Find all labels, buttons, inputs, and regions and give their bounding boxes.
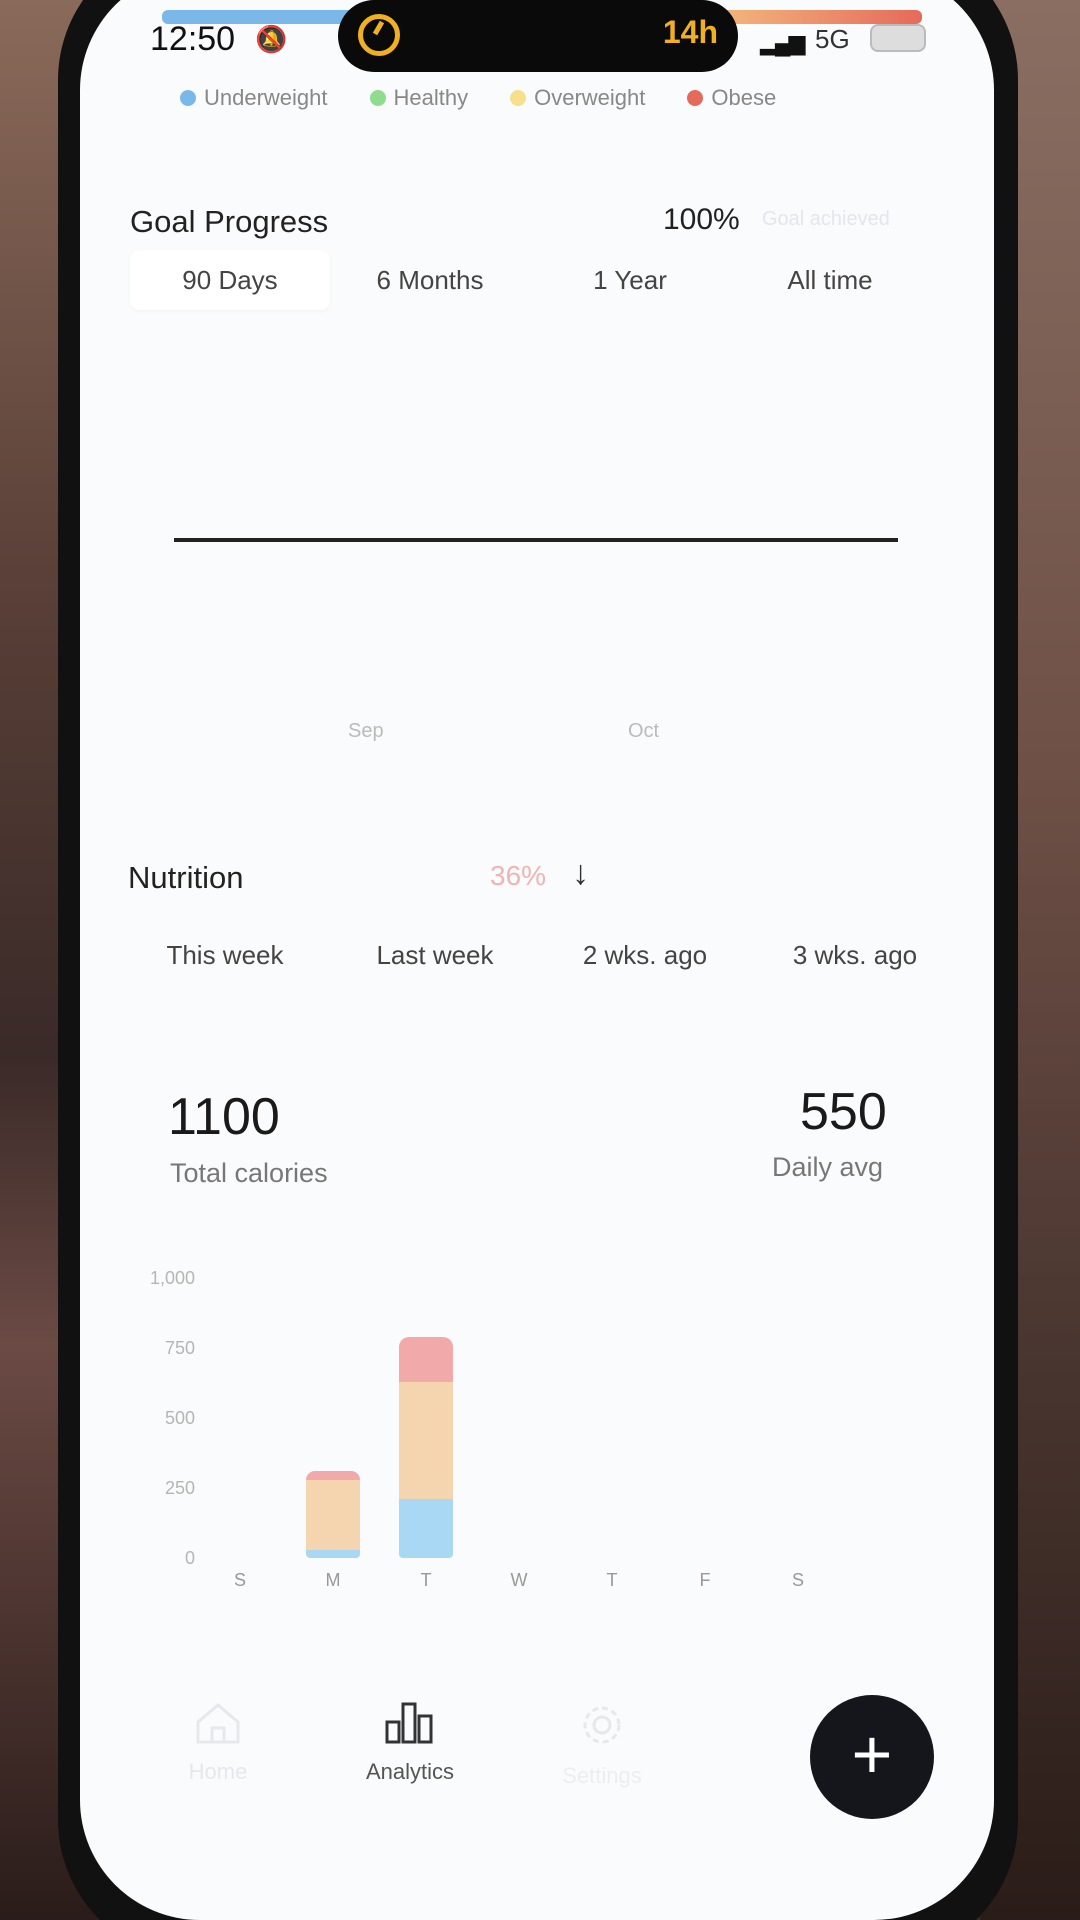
tab-all-time[interactable]: All time — [730, 250, 930, 310]
legend-dot-obese — [687, 90, 704, 106]
dynamic-island[interactable]: 14h — [338, 0, 738, 72]
bar-segment[interactable] — [306, 1479, 360, 1550]
goal-progress-percent: 100% — [663, 203, 740, 236]
legend-label: Healthy — [393, 85, 469, 110]
x-tick-label: F — [699, 1570, 711, 1590]
total-calories-label: Total calories — [170, 1158, 328, 1188]
nav-home[interactable]: Home — [138, 1700, 298, 1785]
nav-label: Settings — [562, 1763, 642, 1788]
silent-bell-icon: 🔕 — [255, 24, 288, 54]
bar-segment[interactable] — [306, 1549, 360, 1558]
y-tick-label: 500 — [164, 1408, 195, 1428]
total-calories-value: 1100 — [168, 1088, 280, 1146]
bar-segment[interactable] — [306, 1471, 360, 1480]
goal-progress-title: Goal Progress — [130, 204, 329, 239]
legend-label: Obese — [711, 85, 777, 110]
month-label: Sep — [348, 720, 384, 742]
x-tick-label: W — [510, 1570, 528, 1590]
goal-line — [174, 538, 898, 542]
bar-segment[interactable] — [399, 1336, 453, 1382]
calories-bar-chart: 1,000 750 500 250 0 S M T W T F S — [140, 1260, 940, 1600]
home-icon — [196, 1703, 240, 1744]
tab-6-months[interactable]: 6 Months — [330, 250, 530, 310]
x-tick-label: M — [325, 1570, 341, 1590]
bar-segment[interactable] — [399, 1381, 453, 1500]
legend-item: Healthy — [369, 78, 469, 118]
nutrition-week-tabs: This week Last week 2 wks. ago 3 wks. ag… — [120, 940, 960, 990]
nav-label: Analytics — [365, 1759, 455, 1784]
app-screen: 12:50 🔕 14h ▂▄▆ 5G Underweight Healthy O… — [80, 0, 994, 1920]
tab-2-weeks-ago[interactable]: 2 wks. ago — [540, 940, 750, 990]
y-tick-label: 0 — [184, 1548, 195, 1568]
gear-icon — [583, 1706, 621, 1744]
y-tick-label: 250 — [164, 1478, 195, 1498]
legend-item: Underweight — [180, 78, 328, 118]
bar-chart-icon — [385, 1702, 433, 1744]
tab-3-weeks-ago[interactable]: 3 wks. ago — [750, 940, 960, 990]
y-tick-label: 1,000 — [149, 1268, 195, 1288]
arrow-down-icon: ↓ — [572, 854, 589, 892]
nutrition-title: Nutrition — [128, 860, 244, 895]
battery-icon — [870, 24, 926, 52]
x-tick-label: S — [791, 1570, 804, 1590]
nutrition-change: 36% — [490, 860, 547, 891]
daily-avg-value: 550 — [800, 1083, 887, 1141]
legend-item: Overweight — [510, 78, 645, 118]
add-entry-button[interactable]: + — [810, 1695, 934, 1819]
nav-settings[interactable]: Settings — [522, 1700, 682, 1789]
legend-dot-healthy — [369, 90, 386, 106]
daily-avg-label: Daily avg — [772, 1152, 884, 1182]
tab-90-days[interactable]: 90 Days — [130, 250, 330, 310]
signal-icon: ▂▄▆ — [760, 30, 805, 55]
nav-analytics[interactable]: Analytics — [330, 1700, 490, 1785]
legend-item: Obese — [687, 78, 776, 118]
tab-1-year[interactable]: 1 Year — [530, 250, 730, 310]
status-bar: 12:50 🔕 14h ▂▄▆ 5G — [80, 0, 994, 90]
legend-dot-underweight — [180, 90, 196, 106]
status-time: 12:50 — [150, 20, 236, 58]
month-label: Oct — [628, 720, 660, 742]
legend-label: Underweight — [204, 85, 328, 110]
goal-progress-status: Goal achieved — [762, 208, 890, 230]
bmi-legend: Underweight Healthy Overweight Obese — [180, 78, 900, 118]
activity-text: 14h — [662, 14, 718, 50]
goal-range-tabs: 90 Days 6 Months 1 Year All time — [130, 250, 930, 310]
legend-label: Overweight — [534, 85, 646, 110]
x-tick-label: T — [420, 1570, 432, 1590]
x-tick-label: T — [606, 1570, 618, 1590]
network-label: 5G — [815, 24, 850, 54]
goal-progress-chart: Sep Oct — [80, 320, 994, 750]
tab-this-week[interactable]: This week — [120, 940, 330, 990]
timer-icon — [358, 14, 400, 56]
tab-last-week[interactable]: Last week — [330, 940, 540, 990]
bar-segment[interactable] — [399, 1499, 453, 1558]
nav-label: Home — [188, 1759, 248, 1784]
x-tick-label: S — [233, 1570, 246, 1590]
y-tick-label: 750 — [164, 1338, 195, 1358]
legend-dot-overweight — [510, 90, 527, 106]
